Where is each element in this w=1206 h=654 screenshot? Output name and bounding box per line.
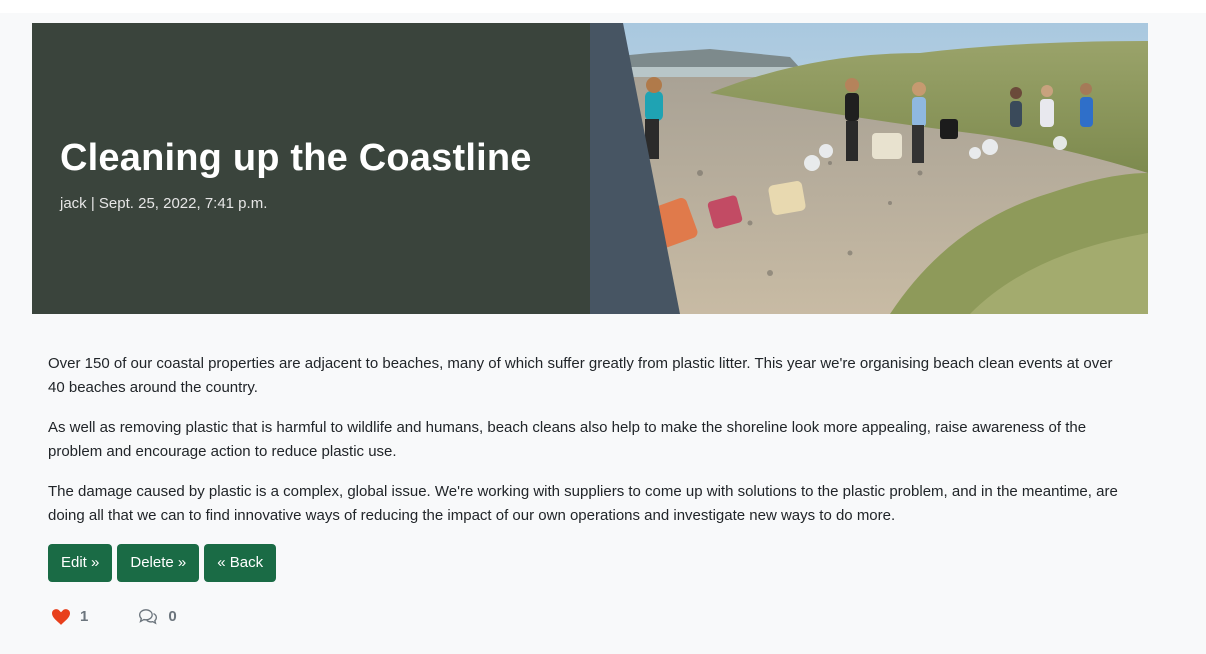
back-button[interactable]: « Back [204, 544, 277, 582]
delete-button[interactable]: Delete » [117, 544, 200, 582]
post-actions: Edit » Delete » « Back [48, 544, 277, 582]
post-paragraph: The damage caused by plastic is a comple… [48, 483, 1118, 524]
post-featured-image [590, 23, 1148, 314]
post-title: Cleaning up the Coastline [60, 137, 532, 179]
comments-icon [139, 609, 158, 625]
hero-text-panel: Cleaning up the Coastline jack | Sept. 2… [32, 23, 592, 314]
post-meta: jack | Sept. 25, 2022, 7:41 p.m. [60, 195, 268, 212]
comment-stat: 0 [138, 608, 177, 625]
post-paragraph: As well as removing plastic that is harm… [48, 419, 1087, 460]
edit-button[interactable]: Edit » [48, 544, 113, 582]
comment-count: 0 [168, 608, 177, 625]
heart-icon[interactable] [52, 608, 70, 625]
like-stat[interactable]: 1 [52, 608, 88, 625]
post-hero: Cleaning up the Coastline jack | Sept. 2… [32, 23, 1148, 314]
like-count: 1 [80, 608, 89, 625]
post-paragraph: Over 150 of our coastal properties are a… [48, 355, 1113, 396]
post-body: Over 150 of our coastal properties are a… [48, 352, 1133, 544]
post-stats: 1 0 [52, 608, 177, 625]
